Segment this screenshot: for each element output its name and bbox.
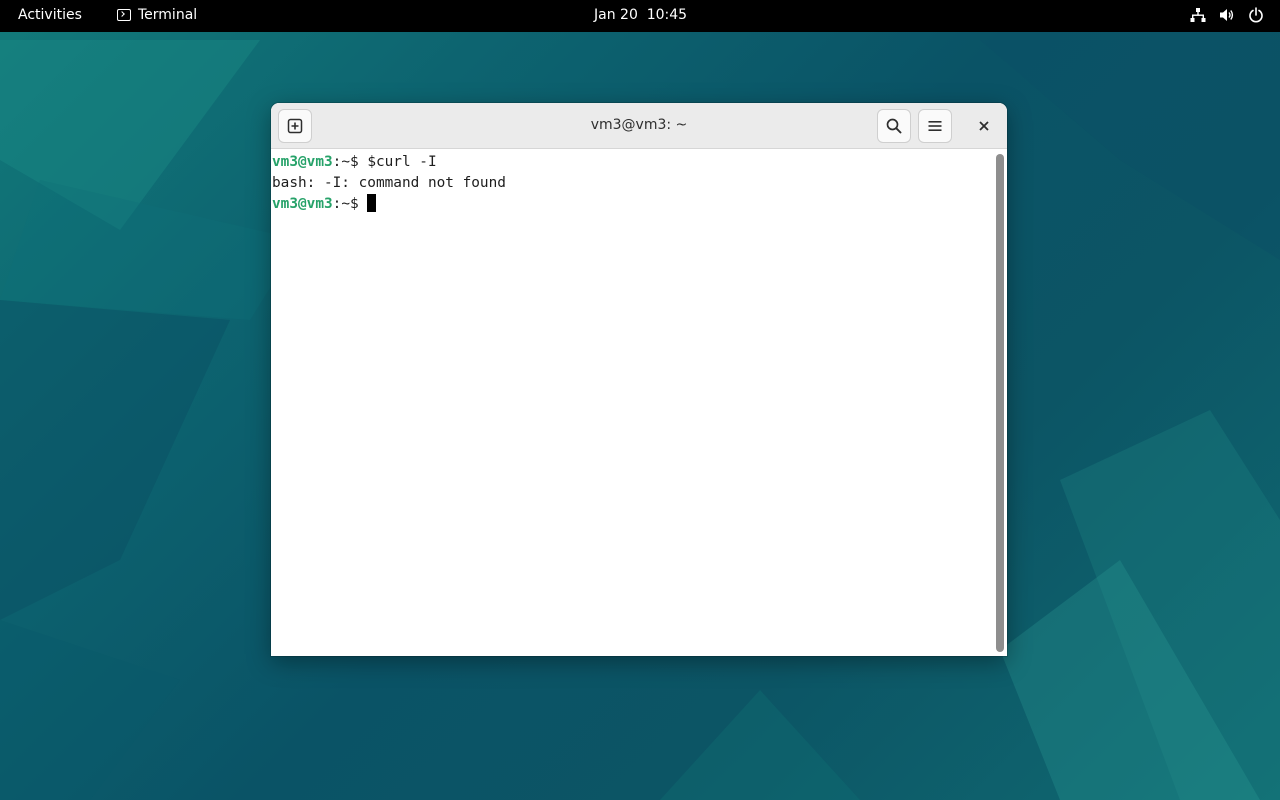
- volume-icon[interactable]: [1219, 7, 1235, 23]
- terminal-line: vm3@vm3:~$ $curl -I: [271, 152, 993, 173]
- prompt-symbol: $: [349, 154, 368, 170]
- new-tab-button[interactable]: [278, 109, 312, 143]
- scrollbar[interactable]: [993, 150, 1007, 656]
- network-icon[interactable]: [1190, 7, 1206, 23]
- top-bar: Activities Terminal Jan 20 10:45: [0, 0, 1280, 32]
- scrollbar-thumb[interactable]: [996, 154, 1004, 652]
- terminal-line: bash: -I: command not found: [271, 173, 993, 194]
- power-icon[interactable]: [1248, 7, 1264, 23]
- prompt-user: vm3@vm3: [272, 196, 333, 212]
- output-text: bash: -I: command not found: [272, 175, 506, 191]
- prompt-path: :~: [332, 154, 350, 170]
- terminal-app-icon: [117, 9, 131, 21]
- window-title: vm3@vm3: ~: [590, 117, 688, 133]
- text-cursor: [367, 194, 377, 212]
- terminal-output[interactable]: vm3@vm3:~$ $curl -I bash: -I: command no…: [271, 150, 993, 656]
- terminal-line: vm3@vm3:~$: [271, 194, 993, 215]
- app-menu-terminal[interactable]: Terminal: [117, 7, 197, 23]
- activities-button[interactable]: Activities: [18, 7, 82, 23]
- header-bar[interactable]: vm3@vm3: ~: [271, 103, 1007, 149]
- app-menu-label: Terminal: [138, 7, 198, 23]
- prompt-symbol: $: [349, 196, 368, 212]
- main-menu-button[interactable]: [918, 109, 952, 143]
- new-tab-icon: [287, 118, 303, 134]
- close-icon: [979, 121, 989, 131]
- hamburger-menu-icon: [928, 121, 942, 131]
- clock[interactable]: Jan 20 10:45: [594, 7, 687, 23]
- terminal-window: vm3@vm3: ~ vm3@vm3:~$ $curl -I bash: -I:…: [271, 103, 1007, 656]
- search-button[interactable]: [877, 109, 911, 143]
- prompt-user: vm3@vm3: [272, 154, 333, 170]
- command-text: $curl -I: [367, 154, 437, 170]
- system-tray[interactable]: [1190, 7, 1264, 23]
- close-button[interactable]: [971, 113, 997, 139]
- prompt-path: :~: [332, 196, 350, 212]
- search-icon: [886, 118, 902, 134]
